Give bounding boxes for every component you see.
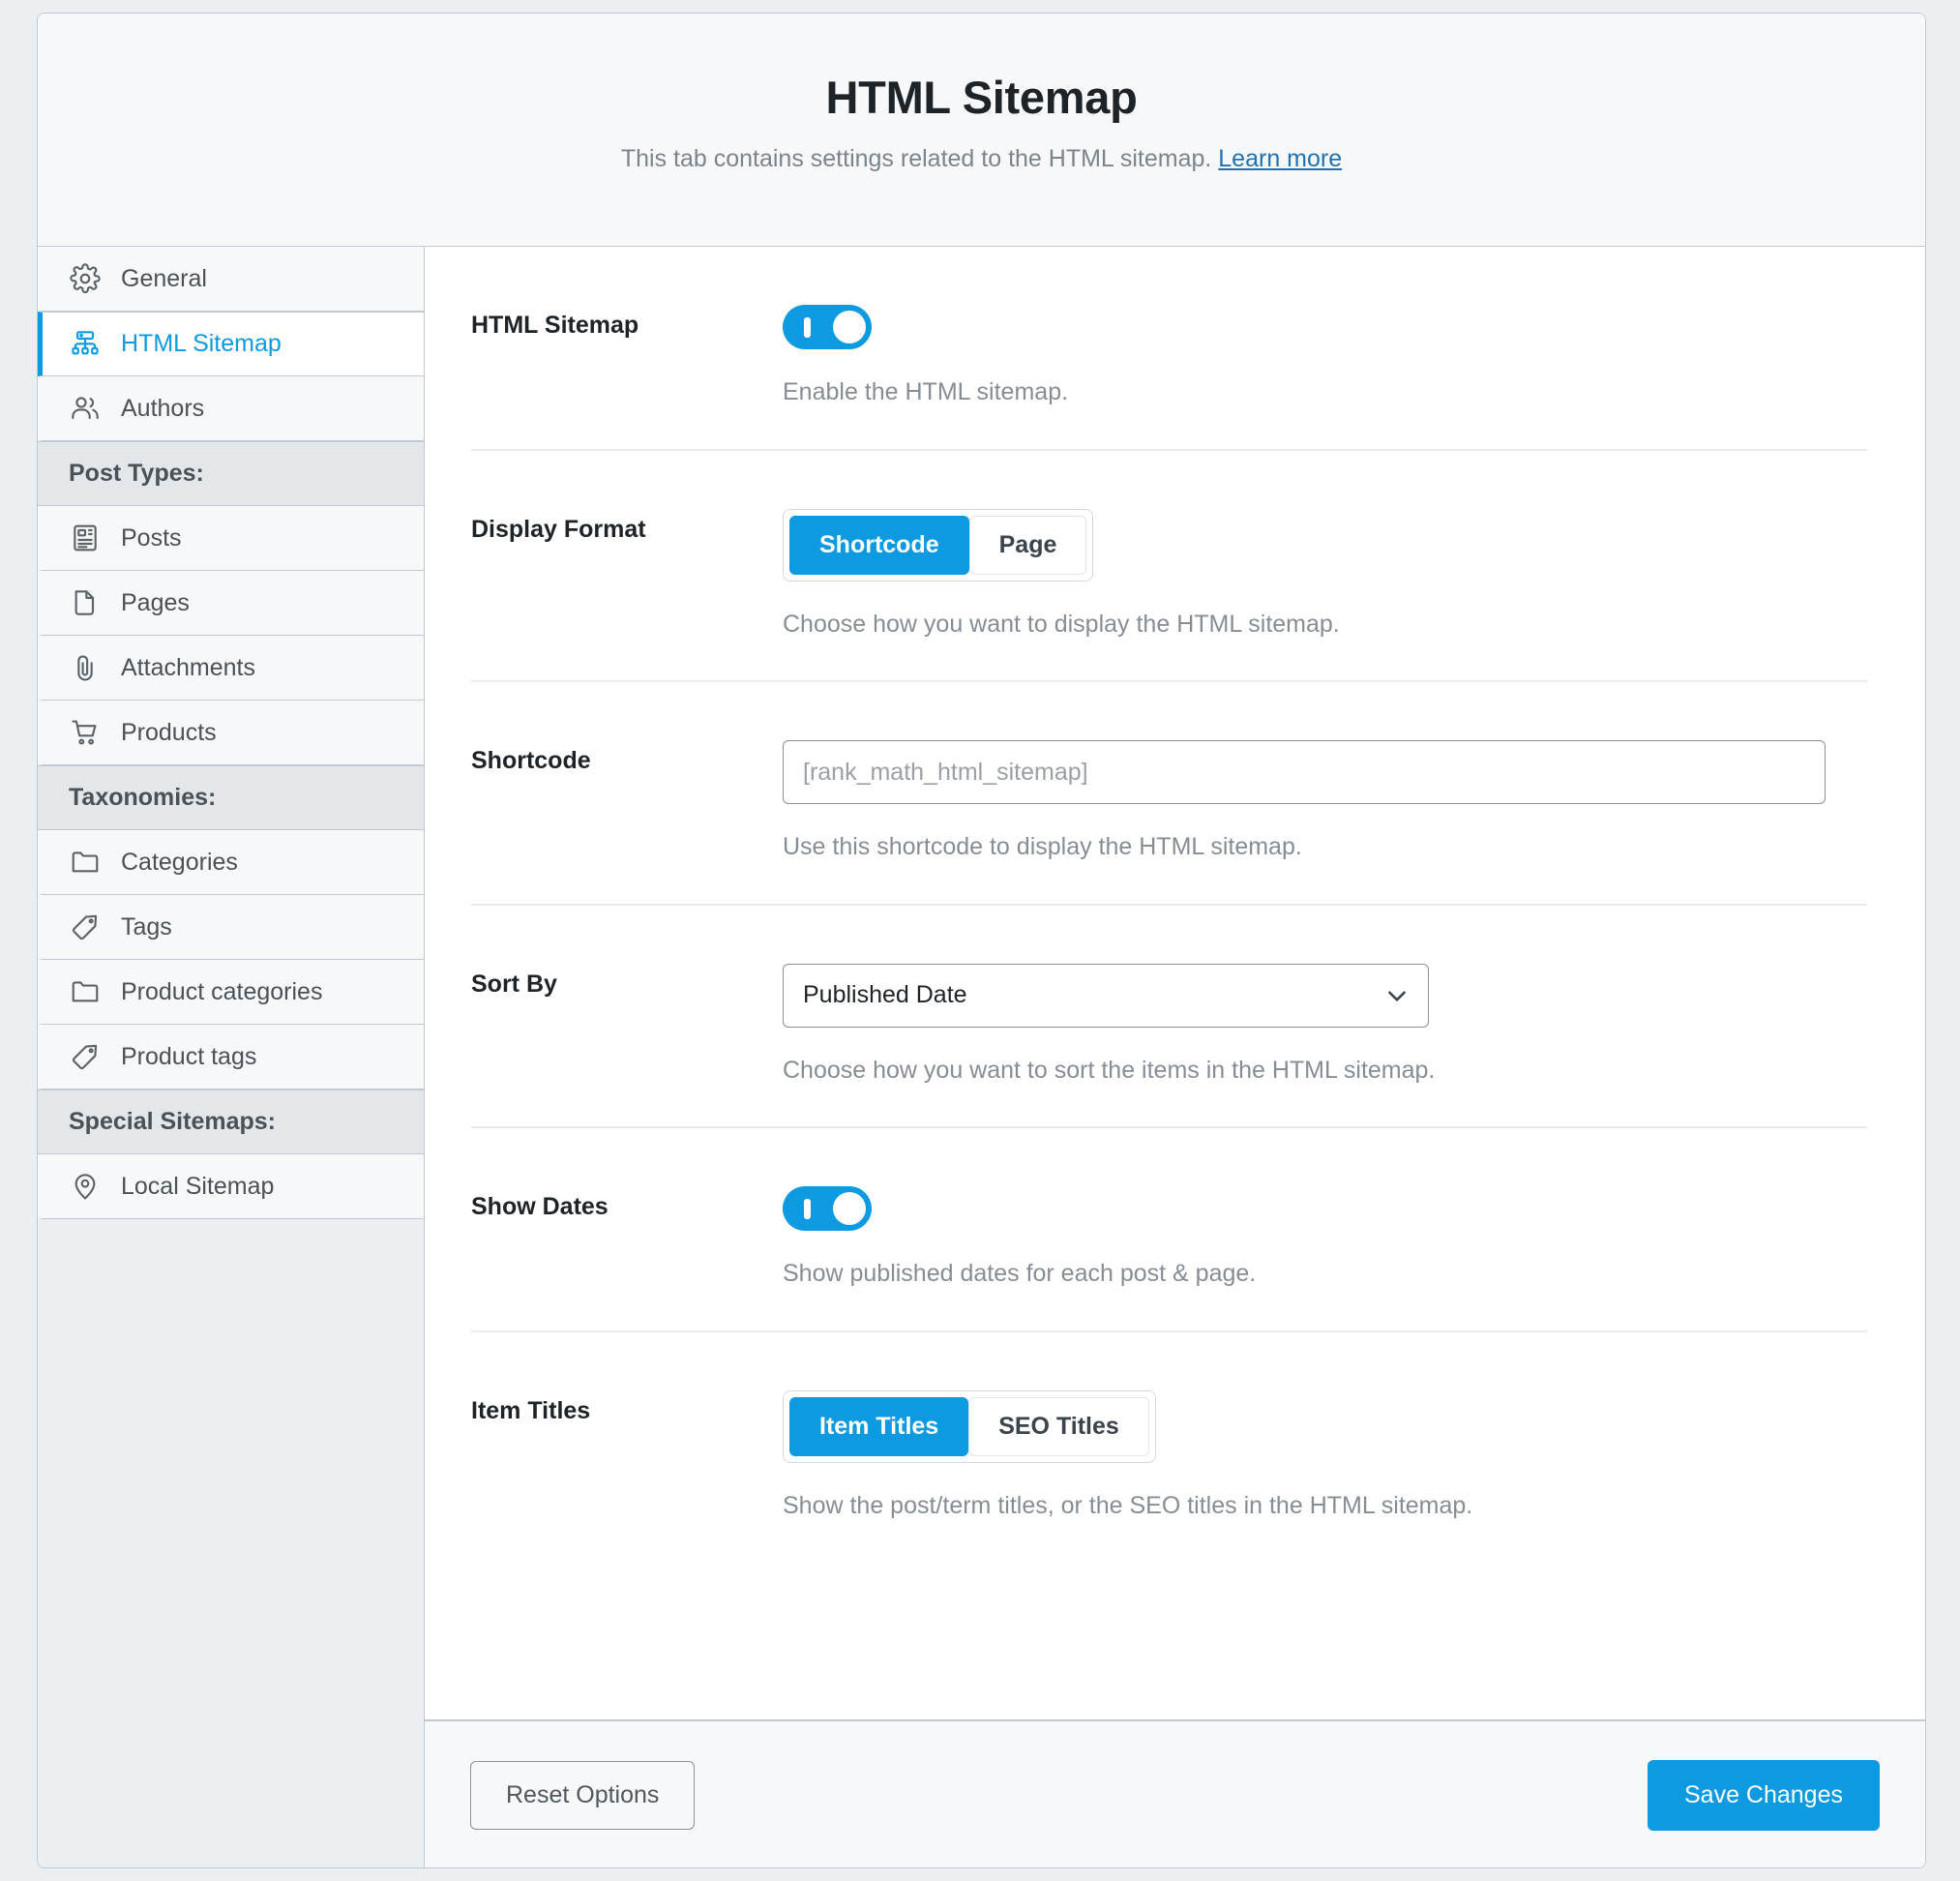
setting-row-item-titles: Item Titles Item Titles SEO Titles Show … [471,1332,1867,1563]
setting-row-sort-by: Sort By Published Date Choose how you wa… [471,906,1867,1128]
settings-sidebar: General HTML Sitemap Authors Post Types: [38,247,425,1867]
setting-hint-show-dates: Show published dates for each post & pag… [783,1260,1257,1287]
display-format-option-shortcode[interactable]: Shortcode [789,515,969,575]
map-pin-icon [69,1170,102,1203]
sidebar-item-label: Products [121,718,217,746]
page-subtitle-text: This tab contains settings related to th… [620,144,1212,172]
settings-content: HTML Sitemap Enable the HTML sitemap. Di… [425,247,1925,1867]
item-titles-group: Item Titles SEO Titles [783,1389,1156,1463]
post-icon [69,522,102,554]
setting-label-shortcode: Shortcode [471,747,591,774]
learn-more-link[interactable]: Learn more [1218,145,1342,172]
sidebar-group-taxonomies: Taxonomies: [38,765,424,830]
shortcode-input[interactable] [783,740,1826,804]
page-icon [69,586,102,619]
page-subtitle: This tab contains settings related to th… [621,144,1342,173]
sidebar-item-product-tags[interactable]: Product tags [38,1025,424,1090]
tag-icon [69,1040,102,1073]
sidebar-group-special-sitemaps: Special Sitemaps: [38,1090,424,1154]
sidebar-item-products[interactable]: Products [38,701,424,765]
setting-field-display-format: Shortcode Page Choose how you want to di… [783,508,1867,641]
html-sitemap-toggle[interactable] [783,305,872,349]
sidebar-item-label: Local Sitemap [121,1172,275,1200]
users-icon [69,392,102,425]
toggle-knob [833,1192,866,1225]
paperclip-icon [69,651,102,684]
toggle-bar [804,1199,811,1219]
folder-icon [69,846,102,879]
display-format-option-page[interactable]: Page [968,515,1087,575]
sidebar-item-label: HTML Sitemap [121,330,282,357]
sort-by-select[interactable]: Published Date [783,963,1429,1028]
panel-header: HTML Sitemap This tab contains settings … [38,14,1925,247]
panel-body: General HTML Sitemap Authors Post Types: [38,247,1925,1867]
sort-by-selected-value: Published Date [803,981,967,1008]
display-format-group: Shortcode Page [783,508,1094,582]
toggle-bar [804,317,811,338]
sidebar-item-posts[interactable]: Posts [38,506,424,571]
item-titles-option-item-titles[interactable]: Item Titles [789,1396,969,1456]
setting-field-shortcode: Use this shortcode to display the HTML s… [783,740,1867,863]
sidebar-item-general[interactable]: General [38,247,424,312]
folder-icon [69,975,102,1008]
sidebar-item-tags[interactable]: Tags [38,895,424,960]
sidebar-item-label: Product tags [121,1042,257,1070]
sidebar-item-product-categories[interactable]: Product categories [38,960,424,1025]
setting-field-sort-by: Published Date Choose how you want to so… [783,963,1867,1087]
panel-footer: Reset Options Save Changes [425,1719,1925,1867]
sort-by-select-wrapper: Published Date [783,963,1429,1028]
reset-options-button[interactable]: Reset Options [470,1760,696,1830]
sidebar-item-attachments[interactable]: Attachments [38,636,424,701]
sidebar-item-label: Authors [121,394,205,422]
setting-label-sort-by: Sort By [471,970,557,998]
setting-row-html-sitemap: HTML Sitemap Enable the HTML sitemap. [471,247,1867,451]
sidebar-item-label: Product categories [121,977,323,1005]
setting-field-show-dates: Show published dates for each post & pag… [783,1186,1867,1290]
show-dates-toggle[interactable] [783,1186,872,1231]
setting-field-html-sitemap: Enable the HTML sitemap. [783,305,1867,408]
save-changes-button[interactable]: Save Changes [1647,1759,1880,1831]
setting-label-show-dates: Show Dates [471,1193,609,1220]
sidebar-item-categories[interactable]: Categories [38,830,424,895]
setting-hint-item-titles: Show the post/term titles, or the SEO ti… [783,1491,1473,1519]
sidebar-item-label: Pages [121,588,190,616]
setting-label-item-titles: Item Titles [471,1396,591,1424]
cart-icon [69,716,102,749]
setting-hint-shortcode: Use this shortcode to display the HTML s… [783,833,1302,860]
sidebar-item-html-sitemap[interactable]: HTML Sitemap [38,312,424,376]
sidebar-item-label: Tags [121,912,172,940]
sidebar-item-pages[interactable]: Pages [38,571,424,636]
item-titles-option-seo-titles[interactable]: SEO Titles [968,1396,1149,1456]
setting-label-display-format: Display Format [471,515,646,543]
sidebar-group-post-types: Post Types: [38,441,424,506]
sidebar-item-label: Categories [121,848,238,876]
setting-row-shortcode: Shortcode Use this shortcode to display … [471,682,1867,906]
tag-icon [69,911,102,943]
setting-hint-display-format: Choose how you want to display the HTML … [783,610,1340,638]
sidebar-item-label: Attachments [121,653,255,681]
sidebar-item-authors[interactable]: Authors [38,376,424,441]
setting-field-item-titles: Item Titles SEO Titles Show the post/ter… [783,1389,1867,1522]
sidebar-item-label: Posts [121,523,182,552]
setting-label-html-sitemap: HTML Sitemap [471,312,639,339]
setting-hint-sort-by: Choose how you want to sort the items in… [783,1056,1436,1084]
sitemap-icon [69,328,102,361]
gear-icon [69,262,102,295]
sidebar-item-label: General [121,264,207,292]
toggle-knob [833,311,866,343]
page-title: HTML Sitemap [825,72,1138,124]
setting-row-show-dates: Show Dates Show published dates for each… [471,1128,1867,1332]
settings-panel: HTML Sitemap This tab contains settings … [37,13,1926,1868]
setting-hint-html-sitemap: Enable the HTML sitemap. [783,378,1069,405]
settings-list: HTML Sitemap Enable the HTML sitemap. Di… [425,247,1925,1719]
sidebar-item-local-sitemap[interactable]: Local Sitemap [38,1154,424,1219]
setting-row-display-format: Display Format Shortcode Page Choose how… [471,451,1867,682]
